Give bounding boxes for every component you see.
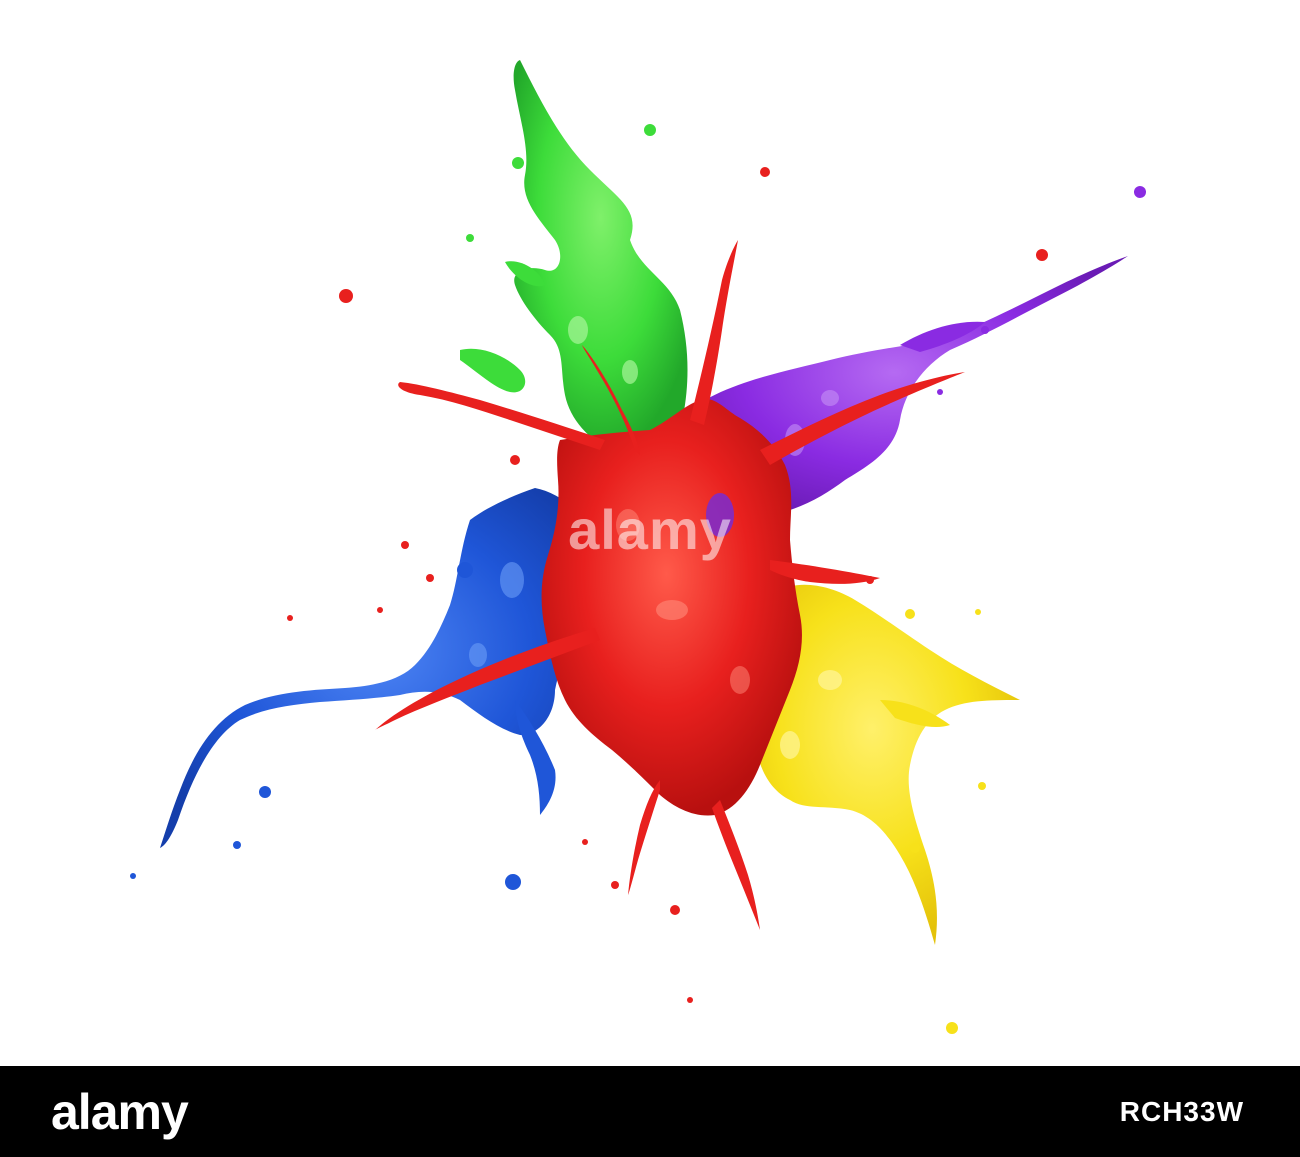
image-id-label: RCH33W: [1119, 1096, 1244, 1127]
green-splash: [460, 60, 688, 454]
paint-splash-photo: alamy: [0, 0, 1300, 1066]
splash-illustration: [130, 60, 1146, 1034]
brand-logo: alamy: [51, 1084, 189, 1140]
footer-bar: alamy RCH33W: [0, 1066, 1300, 1157]
blue-splash: [160, 488, 591, 848]
